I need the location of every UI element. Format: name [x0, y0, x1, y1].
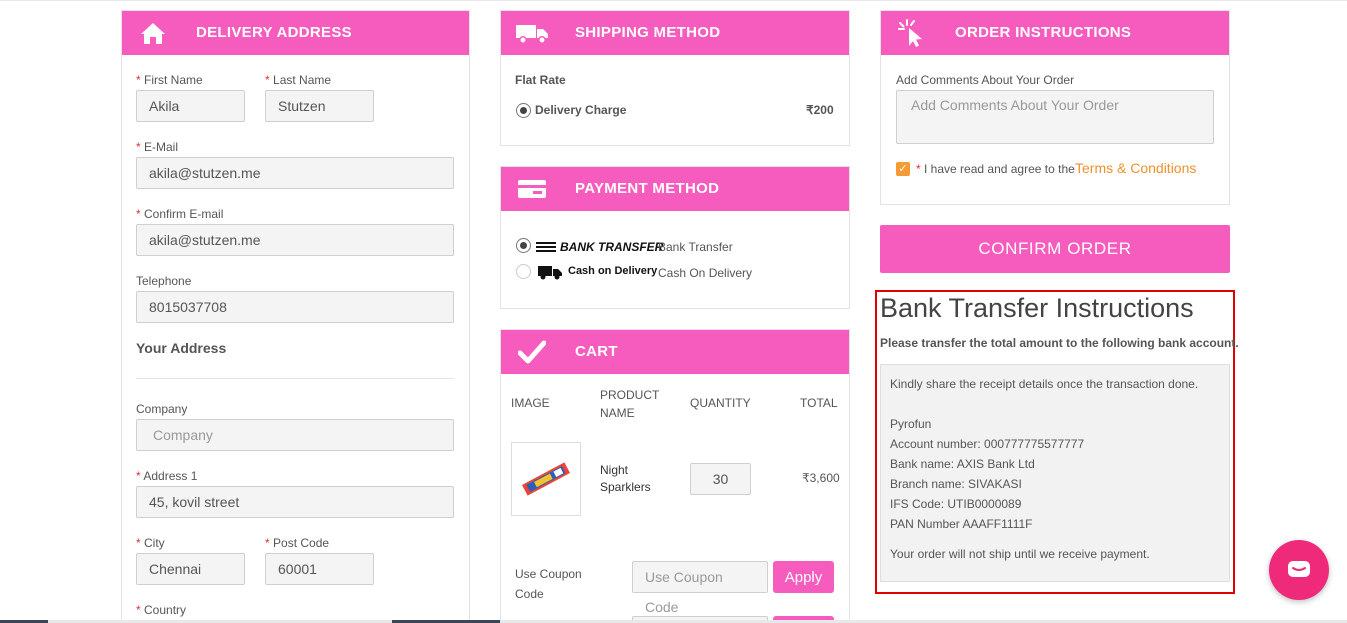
bank-detail-line: Your order will not ship until we receiv… [890, 547, 1150, 561]
delivery-address-title: DELIVERY ADDRESS [196, 24, 352, 41]
divider [136, 378, 454, 379]
bank-detail-line: Account number: 000777775577777 [890, 437, 1085, 451]
cart-header-product: PRODUCT NAME [600, 388, 660, 420]
payment-method-header: PAYMENT METHOD [501, 167, 849, 211]
cash-on-delivery-logo-text: Cash on Delivery [568, 265, 658, 277]
agree-checkbox[interactable]: ✓ [896, 162, 910, 176]
delivery-address-header: DELIVERY ADDRESS [122, 11, 469, 55]
bank-instructions-title: Bank Transfer Instructions [880, 293, 1194, 323]
first-name-field[interactable]: Akila [136, 90, 245, 122]
post-code-label: * Post Code [265, 536, 330, 550]
country-label: * Country [136, 603, 187, 617]
bank-transfer-radio[interactable] [516, 238, 531, 253]
first-name-label: * First Name [136, 73, 203, 87]
city-label: * City [136, 536, 165, 550]
confirm-email-label: * Confirm E-mail [136, 207, 224, 221]
last-name-field[interactable]: Stutzen [265, 90, 374, 122]
bank-detail-line: Bank name: AXIS Bank Ltd [890, 457, 1035, 471]
bank-instructions-subtitle: Please transfer the total amount to the … [880, 336, 1239, 350]
chat-button[interactable] [1269, 540, 1329, 600]
delivery-charge-label: Delivery Charge [535, 103, 627, 117]
address1-field[interactable]: 45, kovil street [136, 486, 454, 518]
cash-on-delivery-radio[interactable] [516, 264, 531, 279]
comments-textarea[interactable]: Add Comments About Your Order [896, 90, 1214, 144]
order-instructions-header: ORDER INSTRUCTIONS [881, 11, 1229, 55]
payment-method-panel: PAYMENT METHOD [500, 166, 850, 309]
cart-header: CART [501, 330, 849, 374]
sparklers-image [521, 462, 571, 496]
apply-coupon-button[interactable]: Apply [773, 561, 834, 593]
bank-transfer-logo-text: BANK TRANSFER [560, 240, 664, 254]
bank-detail-line: Kindly share the receipt details once th… [890, 377, 1199, 391]
cash-on-delivery-label: Cash On Delivery [658, 266, 753, 280]
bank-transfer-label: Bank Transfer [658, 240, 733, 254]
telephone-field[interactable]: 8015037708 [136, 291, 454, 323]
product-thumbnail[interactable] [511, 442, 581, 516]
email-field[interactable]: akila@stutzen.me [136, 157, 454, 189]
agree-text: * I have read and agree to the [916, 162, 1075, 176]
cart-item-total: ₹3,600 [802, 471, 840, 485]
delivery-charge-radio[interactable] [516, 103, 531, 118]
truck-icon [515, 18, 549, 48]
company-label: Company [136, 402, 188, 416]
cart-header-image: IMAGE [511, 396, 550, 410]
home-icon [136, 18, 170, 48]
coupon-label: Use Coupon Code [515, 567, 582, 601]
confirm-order-button[interactable]: CONFIRM ORDER [880, 225, 1230, 273]
bank-transfer-logo: BANK TRANSFER [536, 240, 663, 254]
cart-item-name: Night Sparklers [600, 463, 651, 494]
cart-header-total: TOTAL [800, 396, 838, 410]
flat-rate-label: Flat Rate [515, 73, 566, 87]
telephone-label: Telephone [136, 274, 192, 288]
bank-detail-line: Branch name: SIVAKASI [890, 477, 1022, 491]
coupon-input[interactable]: Use Coupon Code [632, 561, 768, 615]
pointer-click-icon [895, 18, 929, 48]
chat-icon [1288, 561, 1310, 577]
bank-detail-line: PAN Number AAAFF1111F [890, 517, 1033, 531]
cart-header-quantity: QUANTITY [690, 396, 751, 410]
bank-detail-line: IFS Code: UTIB0000089 [890, 497, 1022, 511]
cart-title: CART [575, 343, 618, 360]
company-field[interactable]: Company [136, 419, 454, 451]
shipping-method-header: SHIPPING METHOD [501, 11, 849, 55]
payment-method-title: PAYMENT METHOD [575, 180, 720, 197]
last-name-label: * Last Name [265, 73, 332, 87]
checkmark-icon [515, 337, 549, 367]
comments-label: Add Comments About Your Order [896, 73, 1075, 87]
credit-card-icon [515, 174, 549, 204]
order-instructions-title: ORDER INSTRUCTIONS [955, 24, 1132, 41]
email-label: * E-Mail [136, 140, 179, 154]
bank-details-box: Kindly share the receipt details once th… [880, 364, 1230, 582]
your-address-heading: Your Address [136, 340, 227, 356]
city-field[interactable]: Chennai [136, 553, 245, 585]
cart-item-quantity[interactable]: 30 [690, 463, 751, 495]
cash-on-delivery-logo: Cash on Delivery [536, 265, 658, 280]
top-border [0, 0, 1347, 1]
confirm-email-field[interactable]: akila@stutzen.me [136, 224, 454, 256]
bank-detail-line: Pyrofun [890, 417, 932, 431]
shipping-method-title: SHIPPING METHOD [575, 24, 721, 41]
delivery-charge-price: ₹200 [806, 103, 834, 117]
address1-label: * Address 1 [136, 469, 198, 483]
terms-link[interactable]: Terms & Conditions [1075, 160, 1196, 176]
post-code-field[interactable]: 60001 [265, 553, 374, 585]
